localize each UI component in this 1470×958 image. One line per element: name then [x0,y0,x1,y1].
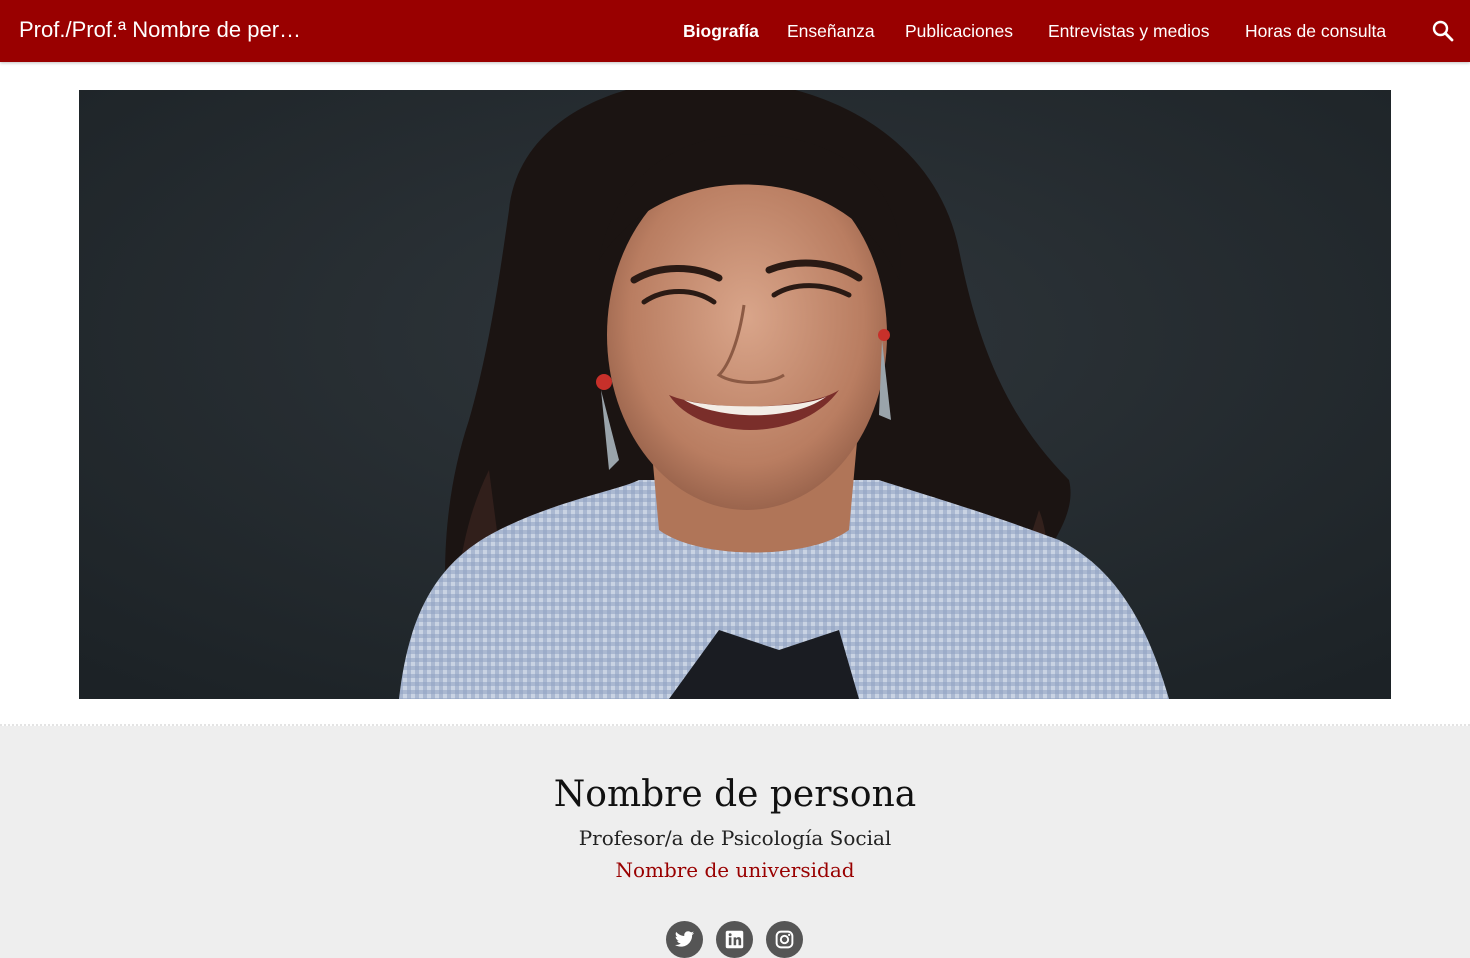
twitter-button[interactable] [666,921,703,958]
nav-item-biografia[interactable]: Biografía [683,19,759,43]
profile-section: Nombre de persona Profesor/a de Psicolog… [0,726,1470,958]
hero-portrait-image [79,90,1391,699]
person-name: Nombre de persona [553,774,917,815]
nav-item-ensenanza[interactable]: Enseñanza [787,19,875,43]
top-navigation-bar: Prof./Prof.ª Nombre de per… Biografía En… [0,0,1470,62]
university-link[interactable]: Nombre de universidad [0,856,1470,884]
twitter-icon [674,931,695,947]
linkedin-icon [725,930,744,949]
nav-item-publicaciones[interactable]: Publicaciones [905,19,1013,43]
instagram-icon [775,930,794,949]
linkedin-button[interactable] [716,921,753,958]
nav-item-entrevistas-y-medios[interactable]: Entrevistas y medios [1048,19,1209,43]
site-title[interactable]: Prof./Prof.ª Nombre de per… [19,16,301,44]
instagram-button[interactable] [766,921,803,958]
portrait-photo [79,90,1391,699]
nav-item-horas-de-consulta[interactable]: Horas de consulta [1245,19,1386,43]
search-button[interactable] [1429,17,1457,45]
search-icon [1432,20,1454,42]
person-role: Profesor/a de Psicología Social [578,826,892,850]
